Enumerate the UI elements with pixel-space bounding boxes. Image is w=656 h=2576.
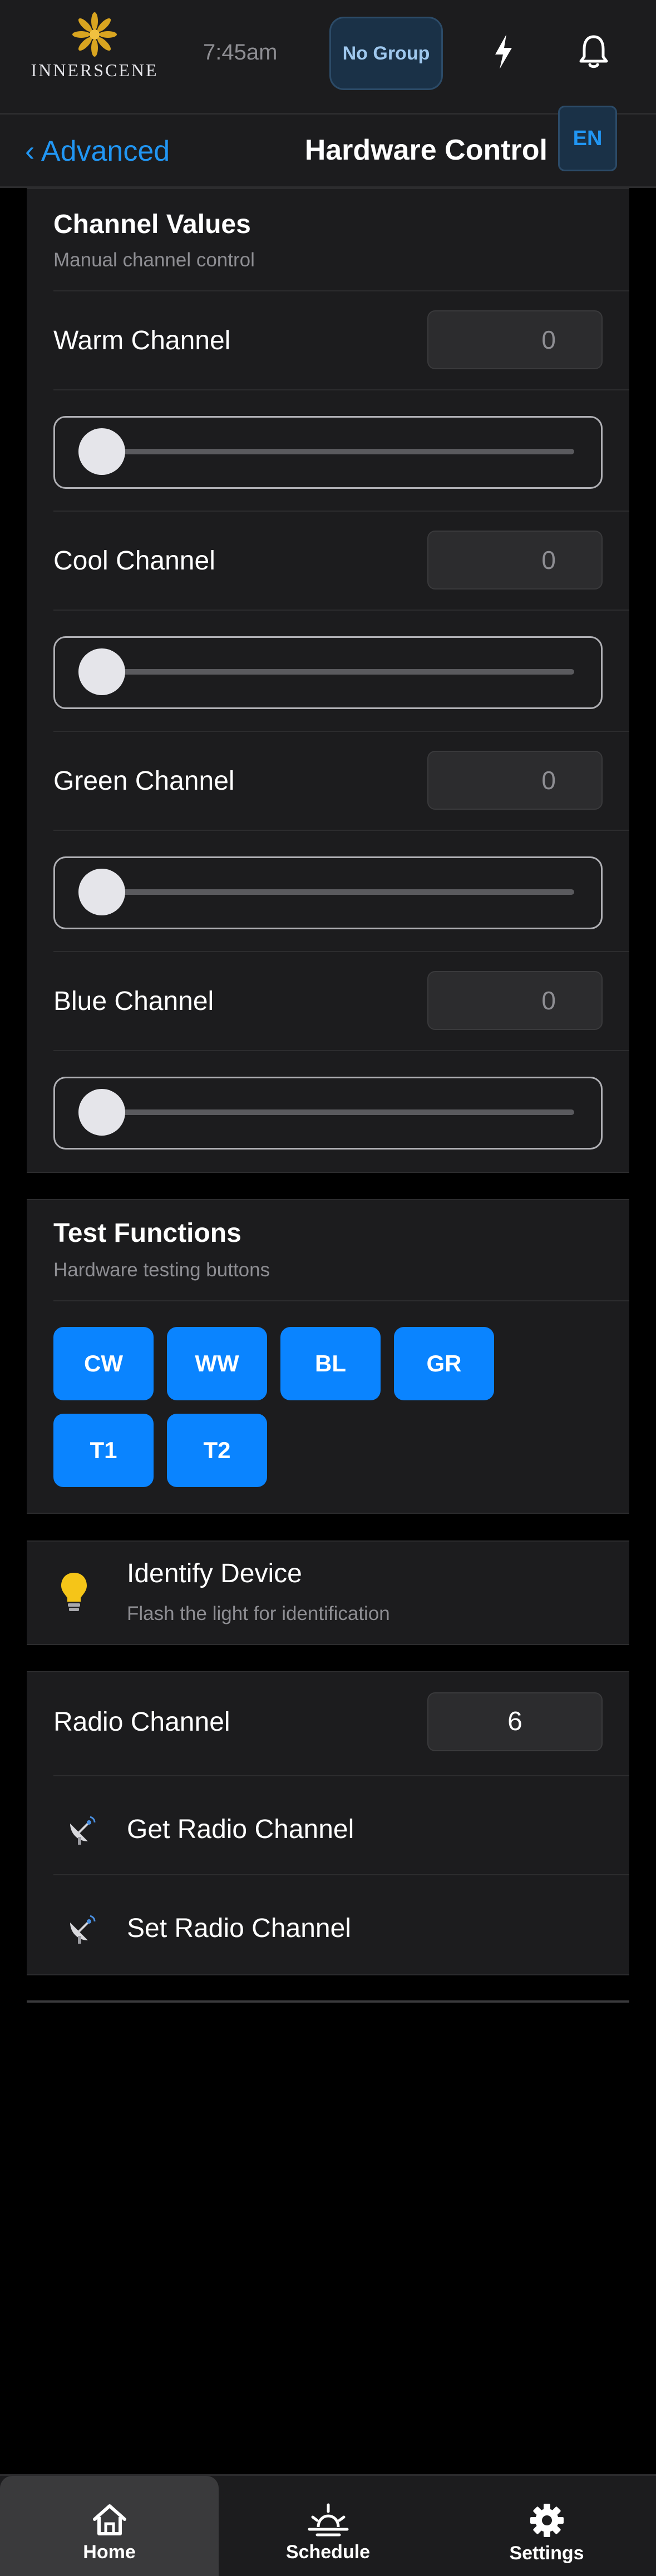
lightbulb-icon xyxy=(61,1573,87,1611)
tab-label: Schedule xyxy=(285,2542,371,2563)
tab-schedule[interactable]: Schedule xyxy=(219,2476,437,2576)
identify-device-title: Identify Device xyxy=(127,1559,302,1588)
content-end-divider xyxy=(27,2000,629,2003)
slider-thumb[interactable] xyxy=(78,869,125,915)
test-button-ww[interactable]: WW xyxy=(167,1327,267,1400)
channel-values-card: Channel Values Manual channel control Wa… xyxy=(27,188,629,1173)
divider xyxy=(53,1775,629,1776)
green-channel-label: Green Channel xyxy=(53,766,235,796)
satellite-dish-icon xyxy=(70,1816,96,1845)
bell-icon[interactable] xyxy=(578,33,610,70)
slider-track xyxy=(105,669,574,675)
back-link-advanced[interactable]: ‹ Advanced xyxy=(25,135,170,168)
satellite-dish-icon xyxy=(70,1915,96,1944)
clock-time: 7:45am xyxy=(203,40,278,65)
group-button[interactable]: No Group xyxy=(329,17,443,90)
slider-thumb[interactable] xyxy=(78,1089,125,1136)
card-subtitle: Manual channel control xyxy=(53,249,255,271)
test-functions-card: Test Functions Hardware testing buttons … xyxy=(27,1199,629,1514)
app-logo: INNERSCENE xyxy=(31,12,159,85)
cool-channel-label: Cool Channel xyxy=(53,546,215,576)
card-title: Test Functions xyxy=(53,1218,241,1248)
slider-track xyxy=(105,1109,574,1115)
warm-channel-input[interactable]: 0 xyxy=(427,310,603,369)
test-button-t1[interactable]: T1 xyxy=(53,1414,154,1487)
blue-channel-label: Blue Channel xyxy=(53,987,214,1016)
set-radio-channel-button[interactable]: Set Radio Channel xyxy=(127,1913,351,1944)
tab-label: Home xyxy=(83,2542,136,2563)
tab-settings[interactable]: Settings xyxy=(437,2476,656,2576)
test-button-t2[interactable]: T2 xyxy=(167,1414,267,1487)
tab-label: Settings xyxy=(509,2543,584,2564)
slider-thumb[interactable] xyxy=(78,648,125,695)
divider xyxy=(53,610,629,611)
cool-channel-slider[interactable] xyxy=(53,636,603,709)
green-channel-input[interactable]: 0 xyxy=(427,751,603,810)
divider xyxy=(53,511,629,512)
logo-text: INNERSCENE xyxy=(31,60,159,80)
card-subtitle: Hardware testing buttons xyxy=(53,1259,270,1281)
gear-icon xyxy=(530,2504,564,2537)
divider xyxy=(53,1050,629,1051)
sun-logo-icon xyxy=(72,12,117,57)
bottom-tab-bar: Home Schedule Settings xyxy=(0,2474,656,2576)
slider-thumb[interactable] xyxy=(78,428,125,475)
divider xyxy=(53,830,629,831)
card-title: Channel Values xyxy=(53,210,251,239)
blue-channel-input[interactable]: 0 xyxy=(427,971,603,1030)
green-channel-slider[interactable] xyxy=(53,856,603,929)
slider-track xyxy=(105,889,574,895)
identify-device-subtitle: Flash the light for identification xyxy=(127,1603,390,1624)
radio-channel-label: Radio Channel xyxy=(53,1707,230,1737)
language-button[interactable]: EN xyxy=(558,106,617,171)
divider xyxy=(53,290,629,291)
divider xyxy=(53,389,629,390)
divider xyxy=(53,731,629,732)
warm-channel-label: Warm Channel xyxy=(53,326,231,355)
lightning-bolt-icon[interactable] xyxy=(490,32,517,71)
tab-home[interactable]: Home xyxy=(0,2476,219,2576)
radio-channel-card: Radio Channel 6 Get Radio Channel Set Ra… xyxy=(27,1671,629,1975)
radio-channel-input[interactable]: 6 xyxy=(427,1692,603,1751)
divider xyxy=(53,1874,629,1875)
sunrise-icon xyxy=(308,2503,348,2537)
get-radio-channel-button[interactable]: Get Radio Channel xyxy=(127,1814,354,1845)
top-bar: INNERSCENE 7:45am No Group xyxy=(0,0,656,115)
test-button-cw[interactable]: CW xyxy=(53,1327,154,1400)
divider xyxy=(53,951,629,952)
warm-channel-slider[interactable] xyxy=(53,416,603,489)
test-button-gr[interactable]: GR xyxy=(394,1327,494,1400)
page-title: Hardware Control xyxy=(304,134,548,166)
home-icon xyxy=(92,2504,126,2535)
identify-device-row[interactable]: Identify Device Flash the light for iden… xyxy=(27,1540,629,1645)
cool-channel-input[interactable]: 0 xyxy=(427,531,603,589)
divider xyxy=(53,1300,629,1301)
slider-track xyxy=(105,449,574,454)
test-button-bl[interactable]: BL xyxy=(280,1327,381,1400)
blue-channel-slider[interactable] xyxy=(53,1077,603,1150)
